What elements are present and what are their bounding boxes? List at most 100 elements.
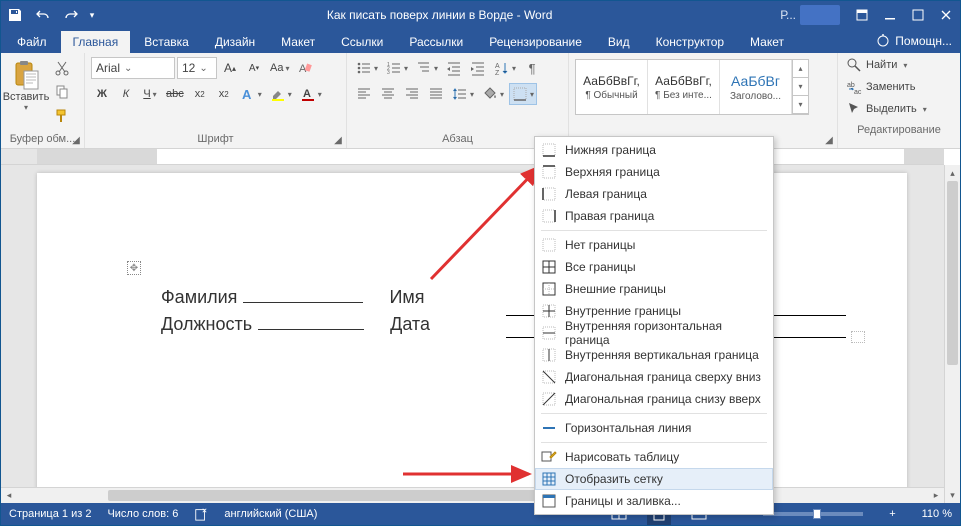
- cut-button[interactable]: [51, 57, 73, 79]
- maximize-button[interactable]: [904, 1, 932, 29]
- tab-file[interactable]: Файл: [5, 31, 59, 53]
- vertical-scroll-thumb[interactable]: [947, 181, 958, 365]
- multilevel-list-button[interactable]: [413, 57, 441, 79]
- font-color-button[interactable]: A: [297, 83, 325, 105]
- tab-mailings[interactable]: Рассылки: [397, 31, 475, 53]
- tab-table-design[interactable]: Конструктор: [644, 31, 736, 53]
- menu-view-gridlines[interactable]: Отобразить сетку: [535, 468, 773, 490]
- minimize-button[interactable]: [876, 1, 904, 29]
- decrease-indent-button[interactable]: [443, 57, 465, 79]
- styles-launcher[interactable]: ◢: [823, 134, 835, 146]
- bold-button[interactable]: Ж: [91, 83, 113, 105]
- undo-button[interactable]: [29, 1, 57, 29]
- tell-me-button[interactable]: Помощн...: [867, 29, 960, 53]
- shrink-font-button[interactable]: A▾: [243, 57, 265, 79]
- menu-right-border[interactable]: Правая граница: [535, 205, 773, 227]
- superscript-button[interactable]: x2: [213, 83, 235, 105]
- tab-review[interactable]: Рецензирование: [477, 31, 594, 53]
- menu-top-border[interactable]: Верхняя граница: [535, 161, 773, 183]
- tab-view[interactable]: Вид: [596, 31, 642, 53]
- select-button[interactable]: Выделить▾: [842, 99, 956, 119]
- font-launcher[interactable]: ◢: [332, 134, 344, 146]
- tab-layout[interactable]: Макет: [269, 31, 327, 53]
- font-family-combo[interactable]: Arial: [91, 57, 175, 79]
- underline-button[interactable]: Ч: [139, 83, 161, 105]
- font-size-combo[interactable]: 12: [177, 57, 217, 79]
- menu-diagonal-down-border[interactable]: Диагональная граница сверху вниз: [535, 366, 773, 388]
- replace-button[interactable]: abac Заменить: [842, 77, 956, 97]
- clipboard-launcher[interactable]: ◢: [70, 134, 82, 146]
- zoom-in-button[interactable]: +: [885, 508, 899, 520]
- subscript-button[interactable]: x2: [189, 83, 211, 105]
- style-heading1[interactable]: АаБбВг Заголово...: [720, 60, 792, 114]
- copy-button[interactable]: [51, 81, 73, 103]
- tab-insert[interactable]: Вставка: [132, 31, 201, 53]
- status-words[interactable]: Число слов: 6: [107, 508, 178, 520]
- tab-design[interactable]: Дизайн: [203, 31, 267, 53]
- styles-more[interactable]: ▾: [792, 96, 808, 114]
- tab-home[interactable]: Главная: [61, 31, 131, 53]
- align-left-button[interactable]: [353, 83, 375, 105]
- text-effects-button[interactable]: A: [237, 83, 265, 105]
- status-spellcheck[interactable]: [194, 507, 208, 521]
- style-nospacing[interactable]: АаБбВвГг, ¶ Без инте...: [648, 60, 720, 114]
- align-center-button[interactable]: [377, 83, 399, 105]
- menu-horizontal-line[interactable]: Горизонтальная линия: [535, 417, 773, 439]
- styles-scroll-up[interactable]: ▴: [792, 60, 808, 78]
- horizontal-scrollbar[interactable]: ◂ ▸: [1, 487, 944, 503]
- increase-indent-button[interactable]: [467, 57, 489, 79]
- ribbon-options-button[interactable]: [848, 1, 876, 29]
- find-button[interactable]: Найти▾: [842, 55, 956, 75]
- menu-borders-and-shading[interactable]: Границы и заливка...: [535, 490, 773, 512]
- close-button[interactable]: [932, 1, 960, 29]
- table-move-handle[interactable]: ✥: [127, 261, 141, 275]
- highlight-button[interactable]: [267, 83, 295, 105]
- scroll-right-button[interactable]: ▸: [928, 488, 944, 503]
- menu-all-borders[interactable]: Все границы: [535, 256, 773, 278]
- clear-formatting-button[interactable]: A: [294, 57, 316, 79]
- styles-scroll-down[interactable]: ▾: [792, 78, 808, 96]
- align-right-button[interactable]: [401, 83, 423, 105]
- menu-outside-borders[interactable]: Внешние границы: [535, 278, 773, 300]
- scroll-up-button[interactable]: ▴: [945, 165, 960, 181]
- zoom-level[interactable]: 110 %: [922, 508, 952, 520]
- change-case-button[interactable]: Aa: [267, 57, 292, 79]
- show-marks-button[interactable]: ¶: [521, 57, 543, 79]
- vertical-scrollbar[interactable]: ▴ ▾: [944, 165, 960, 503]
- strikethrough-button[interactable]: abc: [163, 83, 187, 105]
- menu-inside-horizontal-border[interactable]: Внутренняя горизонтальная граница: [535, 322, 773, 344]
- menu-no-border[interactable]: Нет границы: [535, 234, 773, 256]
- page[interactable]: [37, 173, 907, 503]
- form-table[interactable]: ✥ Фамилия Имя Должность Дата: [161, 285, 430, 335]
- table-resize-handle[interactable]: [851, 331, 865, 343]
- qat-customize-button[interactable]: ▾: [85, 1, 99, 29]
- tab-references[interactable]: Ссылки: [329, 31, 395, 53]
- borders-button[interactable]: [509, 83, 537, 105]
- line-spacing-button[interactable]: [449, 83, 477, 105]
- italic-button[interactable]: К: [115, 83, 137, 105]
- menu-inside-vertical-border[interactable]: Внутренняя вертикальная граница: [535, 344, 773, 366]
- numbering-button[interactable]: 123: [383, 57, 411, 79]
- justify-button[interactable]: [425, 83, 447, 105]
- menu-draw-table[interactable]: Нарисовать таблицу: [535, 446, 773, 468]
- styles-gallery[interactable]: АаБбВвГг, ¶ Обычный АаБбВвГг, ¶ Без инте…: [575, 59, 809, 115]
- tab-table-layout[interactable]: Макет: [738, 31, 796, 53]
- redo-button[interactable]: [57, 1, 85, 29]
- scroll-left-button[interactable]: ◂: [1, 488, 17, 503]
- menu-diagonal-up-border[interactable]: Диагональная граница снизу вверх: [535, 388, 773, 410]
- horizontal-ruler[interactable]: [1, 149, 944, 165]
- scroll-down-button[interactable]: ▾: [945, 487, 960, 503]
- bullets-button[interactable]: [353, 57, 381, 79]
- save-button[interactable]: [1, 1, 29, 29]
- sort-button[interactable]: AZ: [491, 57, 519, 79]
- status-page[interactable]: Страница 1 из 2: [9, 508, 91, 520]
- account-badge[interactable]: [800, 5, 840, 25]
- menu-bottom-border[interactable]: Нижняя граница: [535, 139, 773, 161]
- paste-button[interactable]: Вставить ▾: [7, 57, 45, 114]
- menu-left-border[interactable]: Левая граница: [535, 183, 773, 205]
- zoom-slider[interactable]: [763, 512, 863, 516]
- style-normal[interactable]: АаБбВвГг, ¶ Обычный: [576, 60, 648, 114]
- shading-button[interactable]: [479, 83, 507, 105]
- format-painter-button[interactable]: [51, 105, 73, 127]
- status-language[interactable]: английский (США): [224, 508, 317, 520]
